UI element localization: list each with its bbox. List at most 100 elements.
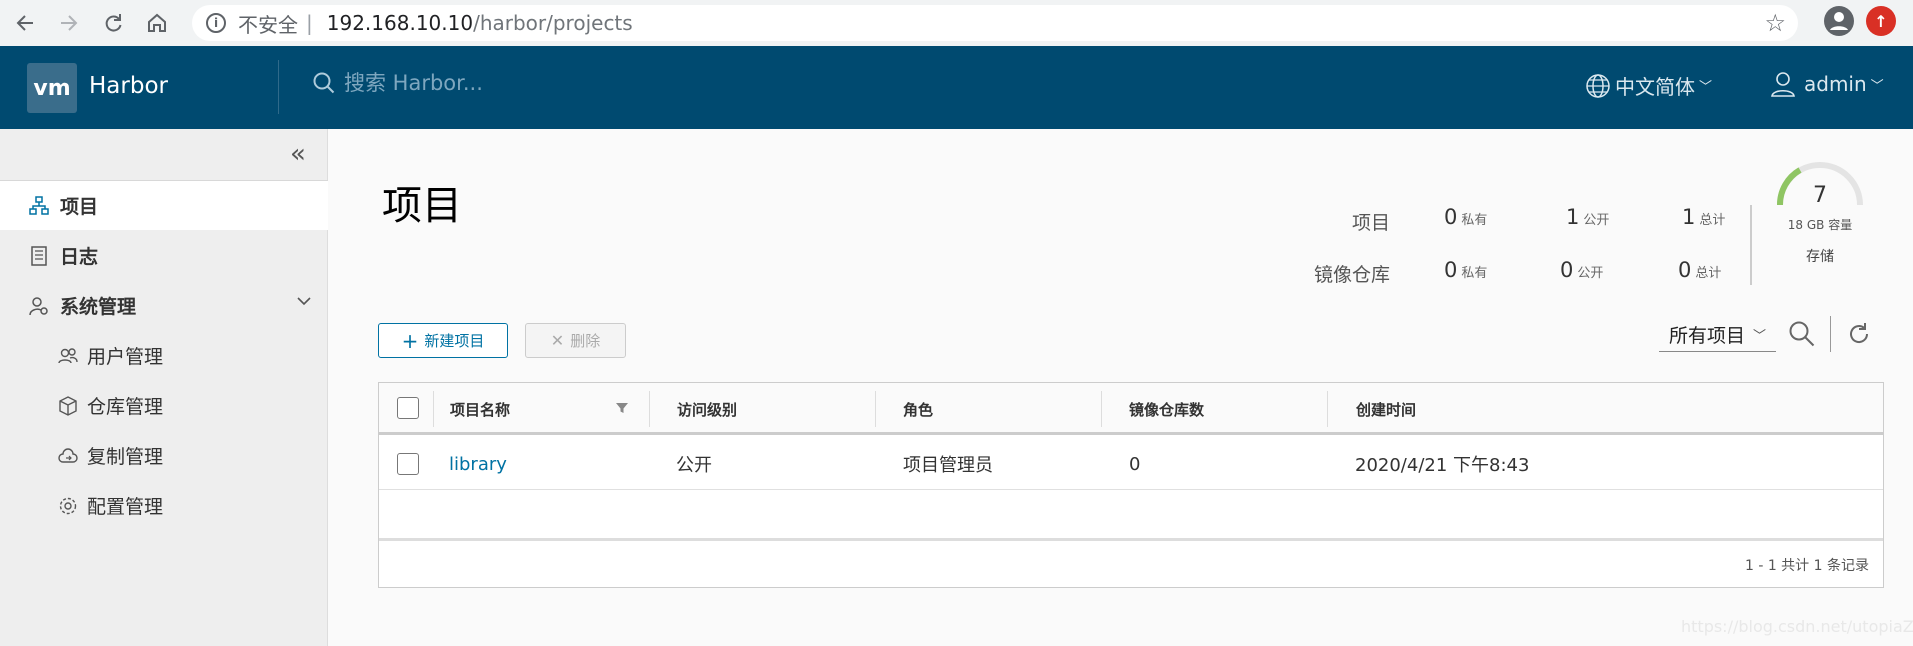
sidebar-item-replication[interactable]: 复制管理 (0, 431, 328, 480)
column-divider (649, 391, 650, 427)
storage-capacity: 18 GB 容量 (1787, 218, 1853, 232)
sidebar-sub-label: 配置管理 (87, 496, 164, 518)
table-row[interactable]: library 公开 项目管理员 0 2020/4/21 下午8:43 (379, 438, 1883, 490)
url-separator: | (306, 11, 313, 35)
repos-public: 0 公开 (1560, 258, 1603, 282)
user-icon (1770, 70, 1796, 98)
storage-gauge: 7 18 GB 容量 存储 (1775, 160, 1865, 270)
sidebar-item-settings[interactable]: 配置管理 (0, 481, 328, 530)
public-unit: 公开 (1583, 213, 1610, 228)
table-footer: 1 - 1 共计 1 条记录 (379, 538, 1883, 587)
project-name-link[interactable]: library (449, 438, 507, 490)
column-divider (875, 391, 876, 427)
projects-stat-row: 项目 (1290, 208, 1390, 235)
projects-private: 0 私有 (1444, 205, 1487, 229)
plus-icon: + (401, 328, 419, 353)
profile-icon[interactable] (1824, 6, 1854, 36)
globe-icon (1585, 73, 1611, 99)
column-header-role[interactable]: 角色 (903, 383, 933, 435)
sidebar-item-registries[interactable]: 仓库管理 (0, 381, 328, 430)
close-icon: ✕ (550, 331, 565, 350)
language-label: 中文简体 (1615, 75, 1695, 99)
projects-icon (28, 195, 50, 217)
forward-icon[interactable] (50, 4, 88, 42)
chevron-down-icon: ﹀ (1699, 80, 1713, 95)
sidebar-item-users[interactable]: 用户管理 (0, 331, 328, 380)
registry-icon (57, 395, 79, 417)
sidebar-item-logs[interactable]: 日志 (0, 231, 328, 280)
column-divider (1101, 391, 1102, 427)
column-divider (1327, 391, 1328, 427)
sidebar: « 项目 日志 系统管理 用户管理 仓库管理 复制管理 配置管理 (0, 129, 328, 646)
users-icon (57, 345, 79, 367)
new-project-label: 新建项目 (424, 332, 485, 350)
search-input[interactable] (344, 71, 744, 95)
pagination-summary: 1 - 1 共计 1 条记录 (1744, 558, 1869, 574)
bookmark-star-icon[interactable]: ☆ (1764, 9, 1786, 37)
update-icon[interactable]: ↑ (1866, 6, 1896, 36)
chevron-down-icon[interactable] (296, 293, 312, 309)
sidebar-item-label: 项目 (60, 196, 99, 218)
chevron-down-icon: ﹀ (1753, 329, 1767, 344)
column-header-repo-count[interactable]: 镜像仓库数 (1129, 383, 1204, 435)
language-selector[interactable]: 中文简体 ﹀ (1585, 71, 1712, 100)
repos-stat-row: 镜像仓库 (1290, 260, 1390, 287)
private-unit: 私有 (1461, 213, 1488, 228)
projects-total-count: 1 (1682, 205, 1696, 229)
watermark: https://blog.csdn.net/utopiaZH7 (1681, 617, 1913, 636)
storage-value: 7 (1813, 183, 1827, 208)
back-icon[interactable] (6, 4, 44, 42)
sidebar-item-admin[interactable]: 系统管理 (0, 281, 328, 330)
brand-name[interactable]: Harbor (89, 73, 168, 99)
replication-icon (57, 445, 79, 467)
select-all-checkbox[interactable] (397, 397, 419, 419)
repos-total: 0 总计 (1678, 258, 1721, 282)
vmware-logo[interactable]: vm (27, 63, 77, 113)
username: admin (1804, 72, 1867, 96)
projects-table: 项目名称 访问级别 角色 镜像仓库数 创建时间 library 公开 项目管理员… (378, 382, 1884, 588)
access-level-cell: 公开 (676, 455, 712, 476)
settings-icon (57, 495, 79, 517)
repos-stat-label: 镜像仓库 (1313, 264, 1390, 286)
delete-label: 删除 (570, 332, 601, 350)
chevron-down-icon: ﹀ (1870, 78, 1884, 94)
created-time-cell: 2020/4/21 下午8:43 (1355, 455, 1530, 476)
address-bar[interactable]: i 不安全 | 192.168.10.10/harbor/projects ☆ (192, 5, 1798, 41)
projects-stat-label: 项目 (1351, 212, 1390, 234)
storage-label: 存储 (1806, 249, 1834, 265)
info-icon[interactable]: i (206, 13, 226, 33)
sidebar-sub-label: 用户管理 (87, 346, 164, 368)
repo-count-cell: 0 (1129, 453, 1141, 475)
repos-private: 0 私有 (1444, 258, 1487, 282)
sidebar-item-projects[interactable]: 项目 (0, 181, 328, 230)
project-filter-select[interactable]: 所有项目 ﹀ (1659, 318, 1776, 352)
filter-icon[interactable] (615, 401, 629, 415)
private-unit: 私有 (1461, 266, 1488, 281)
repos-total-count: 0 (1678, 258, 1692, 282)
refresh-icon[interactable] (1846, 321, 1872, 347)
delete-button[interactable]: ✕ 删除 (525, 323, 626, 358)
stats-divider (1750, 205, 1752, 285)
column-header-name[interactable]: 项目名称 (450, 383, 510, 435)
projects-private-count: 0 (1444, 205, 1458, 229)
collapse-sidebar-icon[interactable]: « (290, 139, 306, 169)
filter-value: 所有项目 (1669, 325, 1746, 347)
sidebar-sub-label: 仓库管理 (87, 396, 164, 418)
browser-toolbar: i 不安全 | 192.168.10.10/harbor/projects ☆ … (0, 0, 1913, 46)
search-icon (312, 71, 336, 95)
new-project-button[interactable]: + 新建项目 (378, 323, 508, 358)
column-header-access[interactable]: 访问级别 (677, 383, 737, 435)
column-header-created[interactable]: 创建时间 (1356, 383, 1416, 435)
column-divider (433, 391, 434, 427)
public-unit: 公开 (1577, 266, 1604, 281)
reload-icon[interactable] (94, 4, 132, 42)
toolbar-divider (1830, 316, 1831, 352)
home-icon[interactable] (138, 4, 176, 42)
sidebar-sub-label: 复制管理 (87, 446, 164, 468)
search-icon[interactable] (1788, 320, 1816, 348)
sidebar-item-label: 系统管理 (60, 296, 137, 318)
admin-icon (28, 295, 50, 317)
row-checkbox[interactable] (397, 453, 419, 475)
projects-total: 1 总计 (1682, 205, 1725, 229)
user-menu[interactable]: admin ﹀ (1770, 70, 1884, 98)
